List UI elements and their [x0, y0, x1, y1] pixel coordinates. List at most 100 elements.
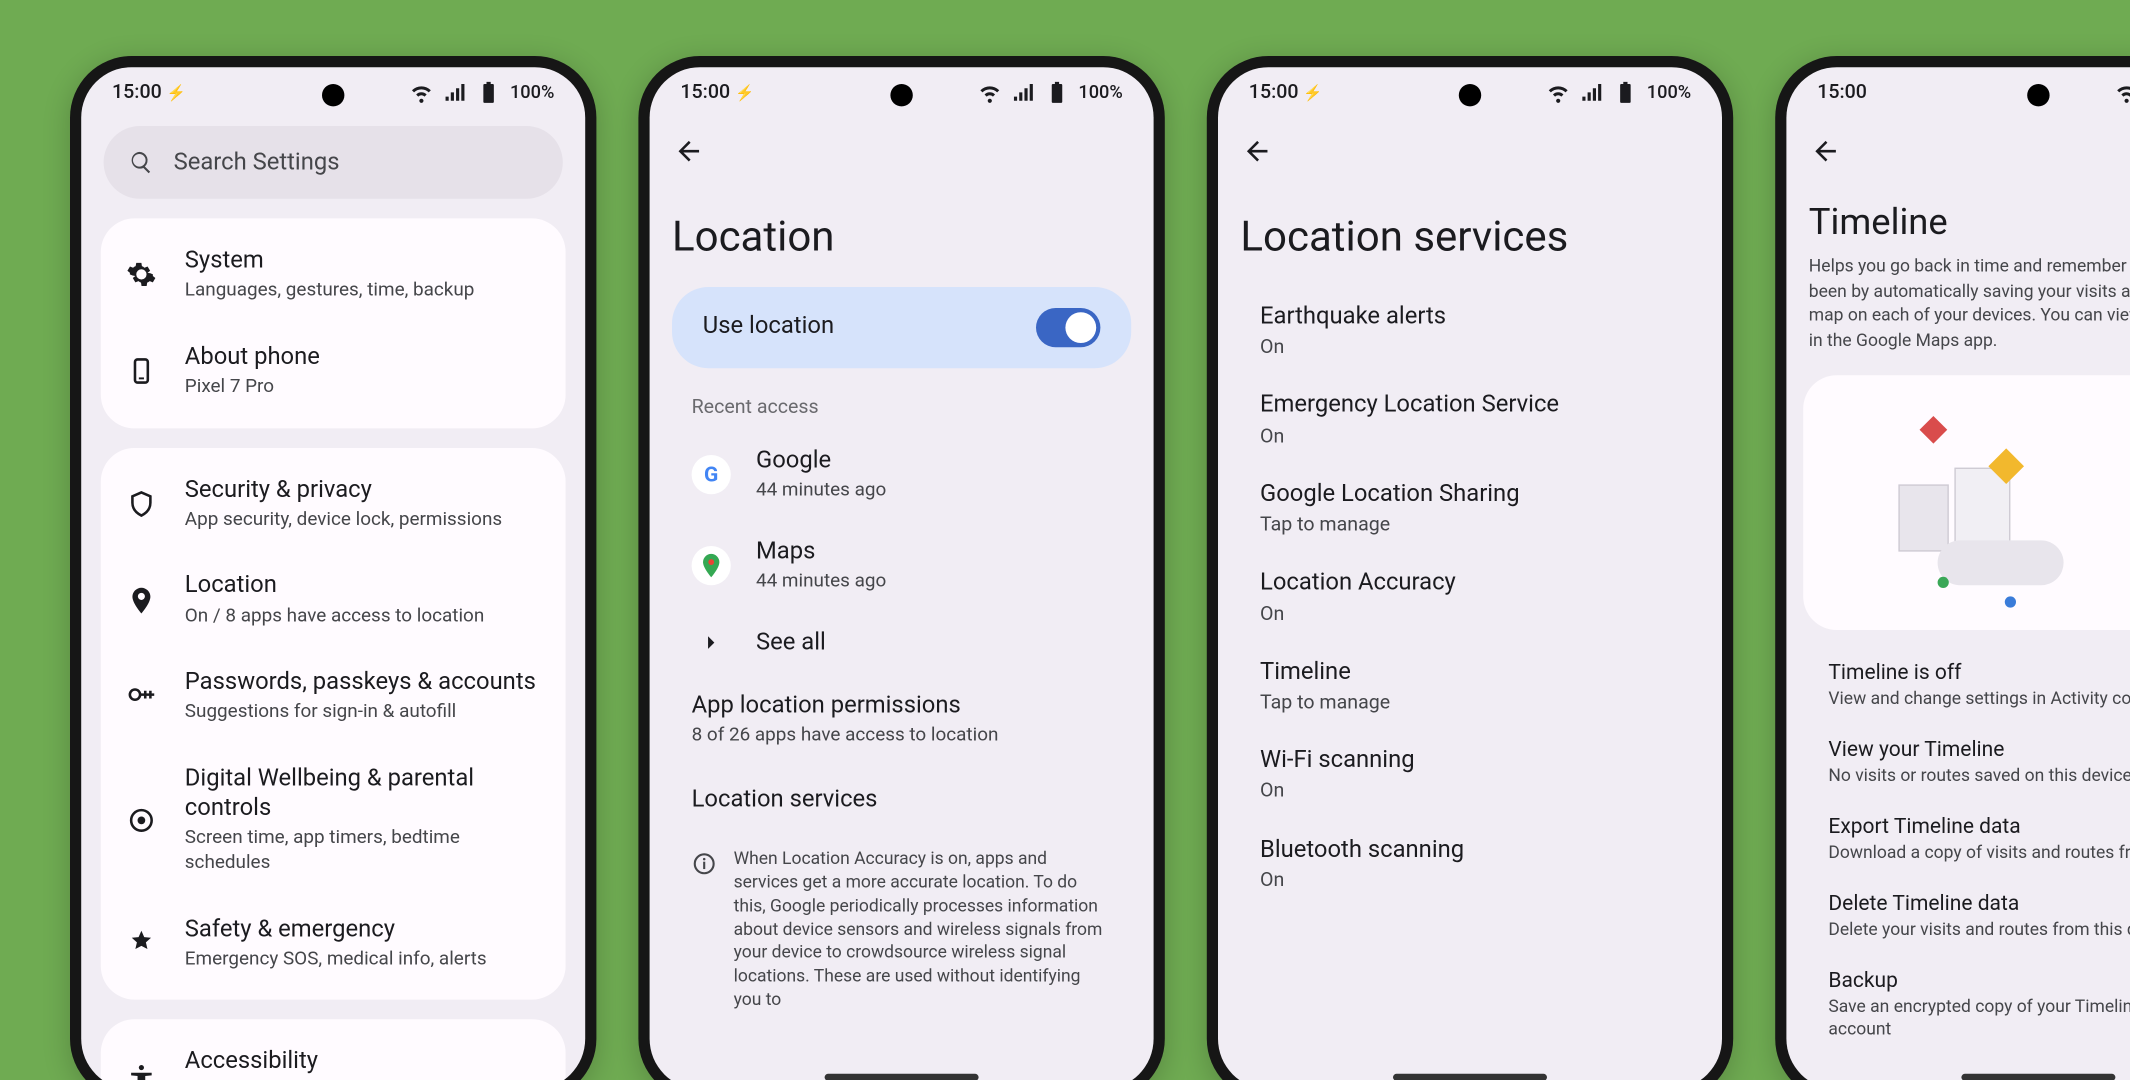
battery-icon	[1045, 80, 1070, 105]
timeline-row[interactable]: Delete Timeline dataDelete your visits a…	[1806, 878, 2130, 955]
use-location-toggle-row[interactable]: Use location	[672, 287, 1131, 368]
row-sub: On	[1260, 601, 1680, 626]
map-pin-icon	[1920, 416, 1948, 444]
recent-app-row[interactable]: Maps44 minutes ago	[669, 521, 1134, 612]
page-title: Location	[650, 185, 1154, 287]
info-icon	[692, 851, 717, 876]
see-all-row[interactable]: See all	[669, 611, 1134, 674]
location-services-row[interactable]: Location services	[669, 768, 1134, 834]
app-location-permissions[interactable]: App location permissions 8 of 26 apps ha…	[669, 675, 1134, 769]
settings-row[interactable]: AccessibilityDisplay, interaction, audio	[101, 1028, 566, 1080]
gear-icon	[126, 260, 157, 291]
row-sub: On / 8 apps have access to location	[185, 604, 541, 629]
row-sub: View and change settings in Activity con…	[1828, 688, 2130, 711]
toggle-label: Use location	[703, 313, 834, 343]
settings-row[interactable]: LocationOn / 8 apps have access to locat…	[101, 552, 566, 648]
row-title: App location permissions	[692, 691, 1112, 721]
settings-row[interactable]: About phonePixel 7 Pro	[101, 323, 566, 419]
settings-row[interactable]: Passwords, passkeys & accountsSuggestion…	[101, 648, 566, 744]
search-placeholder: Search Settings	[174, 148, 340, 176]
row-sub: Tap to manage	[1260, 690, 1680, 715]
row-sub: On	[1260, 424, 1680, 449]
row-title: Location services	[692, 785, 1112, 815]
row-sub: Emergency SOS, medical info, alerts	[185, 948, 541, 973]
phone-rect-icon	[126, 356, 157, 387]
row-sub: On	[1260, 779, 1680, 804]
back-button[interactable]	[1806, 132, 1845, 171]
nav-pill[interactable]	[825, 1074, 979, 1080]
charging-icon: ⚡	[1303, 84, 1322, 102]
back-button[interactable]	[1238, 132, 1277, 171]
row-sub: Save an encrypted copy of your Timeline …	[1828, 996, 2130, 1041]
service-row[interactable]: Wi-Fi scanningOn	[1238, 731, 1703, 820]
service-row[interactable]: Emergency Location Service On	[1238, 376, 1703, 465]
row-title: Timeline	[1260, 658, 1680, 688]
timeline-row[interactable]: Backup Save an encrypted copy of your Tim…	[1806, 955, 2130, 1055]
row-title: Backup	[1828, 967, 2130, 993]
location-pin-icon	[126, 585, 157, 616]
row-sub: Tap to manage	[1260, 513, 1680, 538]
row-sub: App security, device lock, permissions	[185, 508, 541, 533]
row-sub: Screen time, app timers, bedtime schedul…	[185, 827, 541, 876]
service-row[interactable]: TimelineTap to manage	[1238, 642, 1703, 731]
wifi-icon	[2114, 80, 2130, 105]
timeline-row[interactable]: Export Timeline dataDownload a copy of v…	[1806, 801, 2130, 878]
wellbeing-icon	[126, 805, 157, 836]
row-title: Location	[185, 572, 541, 602]
timeline-row[interactable]: View your TimelineNo visits or routes sa…	[1806, 724, 2130, 801]
battery-icon	[1613, 80, 1638, 105]
camera-notch	[890, 84, 912, 106]
settings-group-b: Security & privacyApp security, device l…	[101, 447, 566, 1000]
phone-timeline: 15:00 100% Timeline Helps you go back in…	[1775, 56, 2130, 1080]
emergency-icon	[126, 928, 157, 959]
dot-icon	[2005, 596, 2016, 607]
location-info-paragraph: When Location Accuracy is on, apps and s…	[669, 834, 1134, 1027]
battery-pct: 100%	[510, 82, 554, 103]
settings-row[interactable]: SystemLanguages, gestures, time, backup	[101, 227, 566, 323]
phone-location-services: 15:00 ⚡ 100% Location services Earthquak…	[1207, 56, 1733, 1080]
settings-group-c: AccessibilityDisplay, interaction, audio…	[101, 1020, 566, 1080]
camera-notch	[2027, 84, 2049, 106]
shield-icon	[126, 489, 157, 520]
back-button[interactable]	[669, 132, 708, 171]
app-name: Google	[756, 447, 886, 477]
row-sub: On	[1260, 868, 1680, 893]
search-settings-bar[interactable]: Search Settings	[104, 126, 563, 199]
row-title: Digital Wellbeing & parental controls	[185, 764, 541, 824]
camera-notch	[322, 84, 344, 106]
nav-pill[interactable]	[1961, 1074, 2115, 1080]
timeline-row[interactable]: Timeline is offView and change settings …	[1806, 647, 2130, 724]
app-sub: 44 minutes ago	[756, 570, 886, 595]
service-row[interactable]: Location AccuracyOn	[1238, 553, 1703, 642]
chevron-right-icon	[692, 630, 731, 655]
status-bar: 15:00 100%	[1786, 67, 2130, 117]
row-title: Delete Timeline data	[1828, 890, 2130, 916]
settings-row[interactable]: Safety & emergency Emergency SOS, medical…	[101, 895, 566, 991]
row-sub: 8 of 26 apps have access to location	[692, 724, 1112, 749]
stage: 15:00 ⚡ 100% Search Settings SystemLangu…	[0, 0, 2130, 1080]
settings-row[interactable]: Digital Wellbeing & parental controlsScr…	[101, 745, 566, 896]
row-sub: Suggestions for sign-in & autofill	[185, 701, 541, 726]
recent-app-row[interactable]: GGoogle44 minutes ago	[669, 430, 1134, 521]
wifi-icon	[1546, 80, 1571, 105]
charging-icon: ⚡	[167, 84, 186, 102]
wifi-icon	[978, 80, 1003, 105]
key-icon	[126, 681, 157, 712]
row-title: Safety & emergency	[185, 915, 541, 945]
service-row[interactable]: Earthquake alertsOn	[1238, 287, 1703, 376]
row-title: Location Accuracy	[1260, 569, 1680, 599]
service-row[interactable]: Google Location SharingTap to manage	[1238, 465, 1703, 554]
settings-row[interactable]: Security & privacyApp security, device l…	[101, 456, 566, 552]
status-time: 15:00	[1249, 81, 1299, 103]
camera-notch	[1459, 84, 1481, 106]
battery-icon	[476, 80, 501, 105]
nav-pill[interactable]	[1393, 1074, 1547, 1080]
battery-pct: 100%	[1647, 82, 1691, 103]
switch-on[interactable]	[1036, 308, 1100, 347]
row-sub: Pixel 7 Pro	[185, 375, 541, 400]
a11y-icon	[126, 1061, 157, 1080]
row-title: Accessibility	[185, 1048, 541, 1078]
row-title: Emergency Location Service	[1260, 391, 1680, 421]
service-row[interactable]: Bluetooth scanningOn	[1238, 820, 1703, 909]
dot-icon	[1938, 577, 1949, 588]
